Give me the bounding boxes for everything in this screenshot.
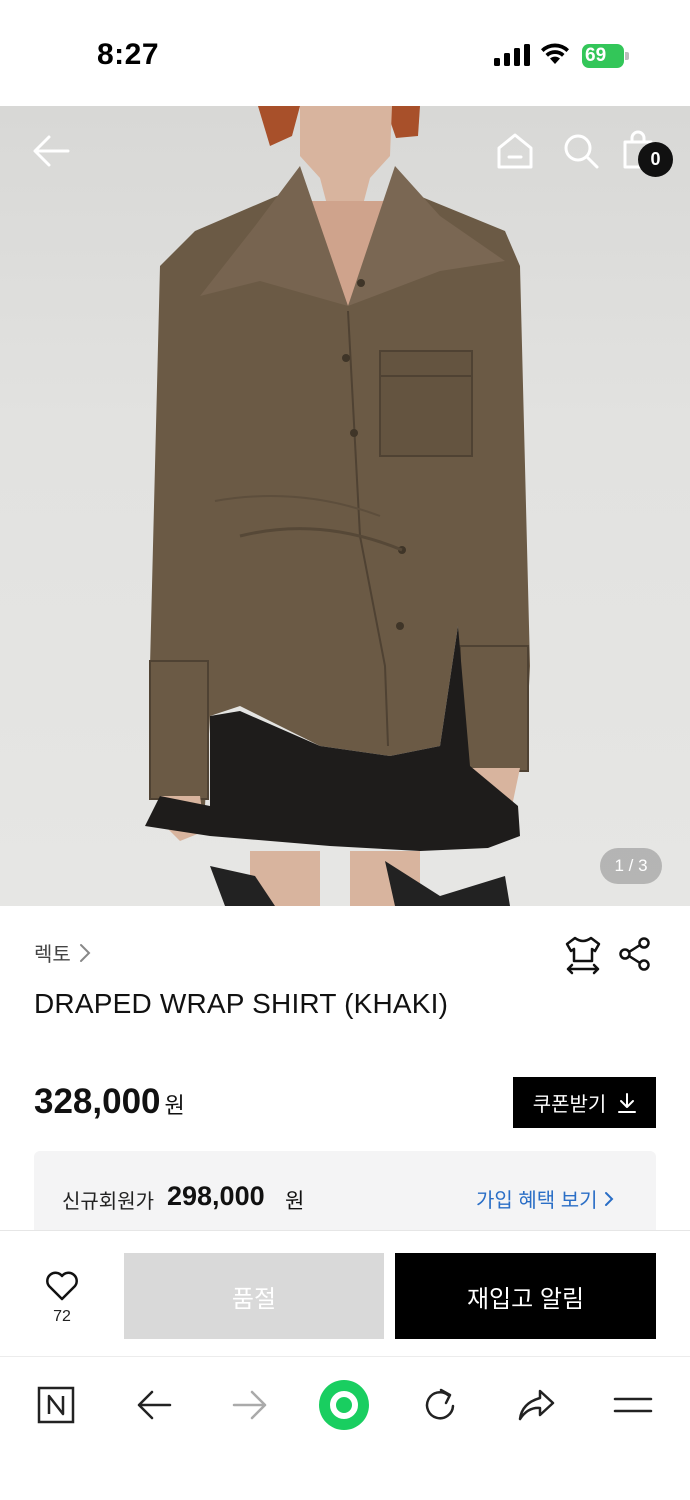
browser-toolbar	[0, 1356, 690, 1500]
product-title: DRAPED WRAP SHIRT (KHAKI)	[34, 988, 449, 1019]
member-benefits-link[interactable]: 가입 혜택 보기	[476, 1184, 614, 1213]
like-count: 72	[53, 1308, 71, 1325]
coupon-button-label: 쿠폰받기	[532, 1094, 607, 1116]
browser-back-button[interactable]	[126, 1377, 182, 1433]
browser-reload-button[interactable]	[412, 1377, 468, 1433]
purchase-action-bar: 72 품절 재입고 알림	[0, 1230, 690, 1356]
arrow-left-icon[interactable]	[32, 134, 70, 168]
wifi-icon	[541, 43, 569, 64]
browser-menu-button[interactable]	[605, 1377, 661, 1433]
reload-icon	[425, 1388, 455, 1420]
search-icon[interactable]	[562, 132, 600, 170]
member-price-value: 298,000	[167, 1181, 265, 1211]
member-price-label: 신규회원가	[62, 1191, 154, 1213]
price-row: 328,000 원	[34, 1082, 185, 1122]
chevron-right-icon	[79, 943, 91, 962]
naver-home-button[interactable]	[28, 1377, 84, 1433]
browser-forward-button[interactable]	[222, 1377, 278, 1433]
cart-count-badge: 0	[638, 142, 673, 177]
coupon-download-button[interactable]: 쿠폰받기	[513, 1077, 656, 1128]
heart-icon	[46, 1271, 78, 1301]
gallery-page-indicator: 1 / 3	[600, 848, 662, 884]
status-time: 8:27	[97, 38, 160, 71]
home-icon[interactable]	[496, 132, 534, 170]
share-arrow-icon	[518, 1389, 555, 1421]
price-value: 328,000	[34, 1082, 161, 1121]
size-guide-icon[interactable]	[564, 935, 602, 975]
product-photo	[145, 106, 530, 906]
restock-alert-button[interactable]: 재입고 알림	[395, 1253, 656, 1339]
cellular-signal-icon	[494, 44, 530, 66]
soldout-button: 품절	[124, 1253, 384, 1339]
share-icon[interactable]	[618, 937, 652, 971]
chevron-right-icon	[604, 1191, 613, 1206]
brand-link[interactable]: 렉토	[34, 938, 91, 967]
arrow-right-icon	[232, 1390, 267, 1420]
price-unit: 원	[164, 1093, 185, 1118]
member-price-box: 신규회원가 298,000 원 가입 혜택 보기	[34, 1151, 656, 1241]
status-bar: 8:27 69	[0, 0, 690, 106]
browser-share-button[interactable]	[508, 1377, 564, 1433]
brand-name: 렉토	[34, 944, 71, 966]
member-benefits-label: 가입 혜택 보기	[476, 1190, 598, 1212]
like-button[interactable]: 72	[38, 1271, 86, 1326]
product-image-gallery[interactable]	[0, 106, 690, 906]
green-dot-icon	[319, 1380, 369, 1430]
arrow-left-icon	[137, 1390, 172, 1420]
battery-indicator: 69	[582, 44, 630, 68]
download-icon	[618, 1092, 637, 1113]
naver-green-dot-button[interactable]	[316, 1377, 372, 1433]
hamburger-menu-icon	[613, 1397, 653, 1413]
member-price-unit: 원	[285, 1190, 305, 1213]
naver-n-icon	[37, 1386, 75, 1424]
battery-level: 69	[585, 45, 607, 66]
